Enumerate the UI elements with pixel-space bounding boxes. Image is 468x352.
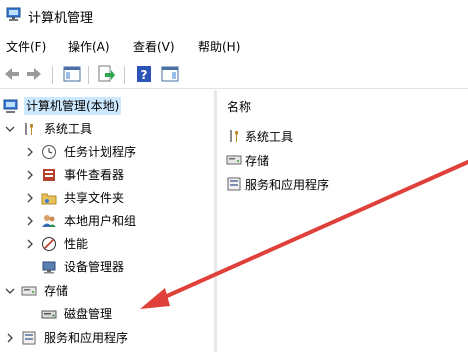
tree-root-computer-management[interactable]: 计算机管理(本地): [2, 96, 122, 116]
tree-task-scheduler[interactable]: 任务计划程序: [24, 142, 138, 162]
services-icon: [20, 329, 38, 347]
toolbar-separator: [52, 66, 53, 84]
disk-management-icon: [40, 305, 58, 323]
tree-performance[interactable]: 性能: [24, 234, 90, 254]
tree-event-viewer[interactable]: 事件查看器: [24, 165, 126, 185]
tree-item-label: 任务计划程序: [64, 145, 137, 159]
window-title: 计算机管理: [28, 11, 94, 26]
tree-local-users-groups[interactable]: 本地用户和组: [24, 211, 138, 231]
chevron-right-icon[interactable]: [24, 215, 36, 227]
tree-item-label: 磁盘管理: [64, 307, 113, 321]
svg-text:?: ?: [141, 68, 148, 82]
tree-system-tools[interactable]: 系统工具: [4, 119, 94, 139]
list-item-label: 系统工具: [245, 129, 294, 144]
services-icon: [225, 175, 243, 193]
computer-management-icon: [2, 97, 20, 115]
storage-icon: [225, 151, 243, 169]
tree-storage[interactable]: 存储: [4, 281, 70, 301]
menu-bar: 文件(F) 操作(A) 查看(V) 帮助(H): [0, 34, 468, 56]
menu-file[interactable]: 文件(F): [6, 38, 46, 55]
list-item-storage[interactable]: 存储: [225, 150, 269, 170]
tree-item-label: 事件查看器: [64, 168, 125, 182]
tree-item-label: 设备管理器: [64, 260, 125, 274]
show-hide-tree-icon[interactable]: [62, 64, 82, 84]
tree-system-tools-label: 系统工具: [44, 122, 93, 136]
title-bar: 计算机管理: [0, 0, 468, 30]
toolbar-separator: [124, 66, 125, 84]
tree-item-label: 本地用户和组: [64, 214, 137, 228]
chevron-right-icon[interactable]: [4, 332, 16, 344]
tools-icon: [225, 127, 243, 145]
event-viewer-icon: [40, 166, 58, 184]
shared-folder-icon: [40, 189, 58, 207]
users-icon: [40, 212, 58, 230]
tree-services-label: 服务和应用程序: [44, 331, 129, 345]
chevron-down-icon[interactable]: [4, 123, 16, 135]
help-icon[interactable]: ?: [134, 64, 154, 84]
list-item-label: 服务和应用程序: [245, 177, 330, 192]
tree-storage-label: 存储: [44, 284, 69, 298]
tree-device-manager[interactable]: 设备管理器: [40, 257, 126, 277]
chevron-right-icon[interactable]: [24, 169, 36, 181]
tree-item-label: 共享文件夹: [64, 191, 125, 205]
list-item-services-applications[interactable]: 服务和应用程序: [225, 174, 329, 194]
toolbar-separator: [88, 66, 89, 84]
device-manager-icon: [40, 258, 58, 276]
tree-root-label: 计算机管理(本地): [24, 97, 122, 115]
list-item-label: 存储: [245, 153, 270, 168]
clock-icon: [40, 143, 58, 161]
chevron-right-icon[interactable]: [24, 146, 36, 158]
console-tree: 计算机管理(本地) 系统工具 任务计划程序 事件查看器 共享文件夹 本地用户和组…: [0, 90, 214, 352]
menu-help[interactable]: 帮助(H): [198, 38, 240, 55]
computer-management-icon: [6, 7, 22, 22]
list-item-system-tools[interactable]: 系统工具: [225, 126, 293, 146]
tree-services-applications[interactable]: 服务和应用程序: [4, 328, 130, 348]
menu-action[interactable]: 操作(A): [68, 38, 110, 55]
tree-item-label: 性能: [64, 237, 89, 251]
performance-icon: [40, 235, 58, 253]
storage-icon: [20, 282, 38, 300]
tree-disk-management[interactable]: 磁盘管理: [40, 304, 114, 324]
chevron-right-icon[interactable]: [24, 192, 36, 204]
menu-view[interactable]: 查看(V): [133, 38, 175, 55]
forward-icon[interactable]: [24, 64, 44, 84]
content-pane: 名称 系统工具 存储 服务和应用程序: [217, 90, 468, 352]
column-header-name[interactable]: 名称: [227, 98, 251, 115]
tree-shared-folders[interactable]: 共享文件夹: [24, 188, 126, 208]
tools-icon: [20, 120, 38, 138]
chevron-right-icon[interactable]: [24, 238, 36, 250]
back-icon[interactable]: [2, 64, 22, 84]
chevron-down-icon[interactable]: [4, 285, 16, 297]
show-hide-action-pane-icon[interactable]: [160, 64, 180, 84]
export-list-icon[interactable]: [96, 64, 116, 84]
toolbar: ?: [0, 60, 468, 89]
